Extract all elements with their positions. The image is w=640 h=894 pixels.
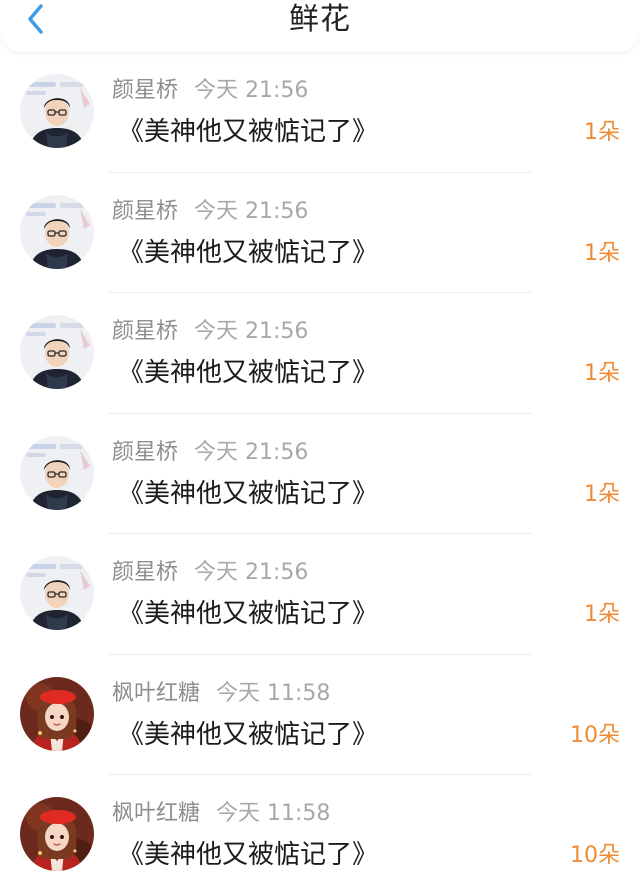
boy-glasses-avatar-image [20,556,94,630]
username[interactable]: 颜星桥 [112,199,178,224]
list-item[interactable]: 颜星桥 今天 21:56 《美神他又被惦记了》 1朵 [0,413,640,534]
flower-count: 1朵 [584,481,620,507]
record-meta: 颜星桥 今天 21:56 [112,76,308,106]
flower-count: 1朵 [584,361,620,386]
record-meta: 颜星桥 今天 21:56 [112,317,308,347]
flower-count: 1朵 [584,602,620,627]
girl-red-beret-avatar[interactable] [20,676,94,751]
record-meta: 颜星桥 今天 21:56 [112,197,308,227]
flower-count: 10朵 [570,843,620,868]
book-title[interactable]: 《美神他又被惦记了》 [118,837,378,873]
book-title[interactable]: 《美神他又被惦记了》 [118,476,378,512]
flower-record-list: 颜星桥 今天 21:56 《美神他又被惦记了》 1朵 颜星桥 今天 21:56 … [0,52,640,894]
list-item[interactable]: 颜星桥 今天 21:56 《美神他又被惦记了》 1朵 [0,293,640,414]
flower-count: 1朵 [584,240,620,266]
username[interactable]: 颜星桥 [112,78,178,103]
list-item[interactable]: 颜星桥 今天 21:56 《美神他又被惦记了》 1朵 [0,534,640,655]
boy-glasses-avatar[interactable] [20,74,94,148]
boy-glasses-avatar-image [20,435,94,510]
timestamp: 今天 21:56 [194,78,309,103]
boy-glasses-avatar[interactable] [20,315,94,389]
boy-glasses-avatar[interactable] [20,556,94,630]
book-title[interactable]: 《美神他又被惦记了》 [118,114,378,150]
book-title[interactable]: 《美神他又被惦记了》 [118,355,378,391]
timestamp: 今天 21:56 [194,560,309,585]
boy-glasses-avatar-image [20,74,94,148]
flower-count: 10朵 [570,722,620,748]
boy-glasses-avatar-image [20,194,94,269]
list-item[interactable]: 颜星桥 今天 21:56 《美神他又被惦记了》 1朵 [0,172,640,293]
username[interactable]: 颜星桥 [112,319,178,344]
username[interactable]: 颜星桥 [112,560,178,585]
username[interactable]: 枫叶红糖 [112,681,200,706]
timestamp: 今天 11:58 [216,801,331,826]
top-bar: 鲜花 [0,0,640,52]
girl-red-beret-avatar[interactable] [20,797,94,871]
flower-count: 1朵 [584,120,620,145]
book-title[interactable]: 《美神他又被惦记了》 [118,596,378,632]
record-meta: 枫叶红糖 今天 11:58 [112,799,330,829]
username[interactable]: 枫叶红糖 [112,801,200,826]
girl-red-beret-avatar-image [20,797,94,871]
record-meta: 颜星桥 今天 21:56 [112,438,308,468]
book-title[interactable]: 《美神他又被惦记了》 [118,235,378,271]
timestamp: 今天 21:56 [194,439,309,465]
list-item[interactable]: 颜星桥 今天 21:56 《美神他又被惦记了》 1朵 [0,52,640,173]
timestamp: 今天 11:58 [216,680,331,706]
timestamp: 今天 21:56 [194,319,309,344]
boy-glasses-avatar[interactable] [20,194,94,269]
list-item[interactable]: 枫叶红糖 今天 11:58 《美神他又被惦记了》 10朵 [0,775,640,894]
username[interactable]: 颜星桥 [112,440,178,465]
book-title[interactable]: 《美神他又被惦记了》 [118,717,378,753]
girl-red-beret-avatar-image [20,676,94,751]
boy-glasses-avatar-image [20,315,94,389]
record-meta: 颜星桥 今天 21:56 [112,558,308,588]
timestamp: 今天 21:56 [194,198,309,224]
list-item[interactable]: 枫叶红糖 今天 11:58 《美神他又被惦记了》 10朵 [0,654,640,775]
boy-glasses-avatar[interactable] [20,435,94,510]
record-meta: 枫叶红糖 今天 11:58 [112,679,330,709]
flower-records-page: 鲜花 颜星桥 今天 21:56 《美神他又被惦记了》 1朵 颜星桥 今天 21:… [0,0,640,894]
page-title: 鲜花 [289,2,351,37]
